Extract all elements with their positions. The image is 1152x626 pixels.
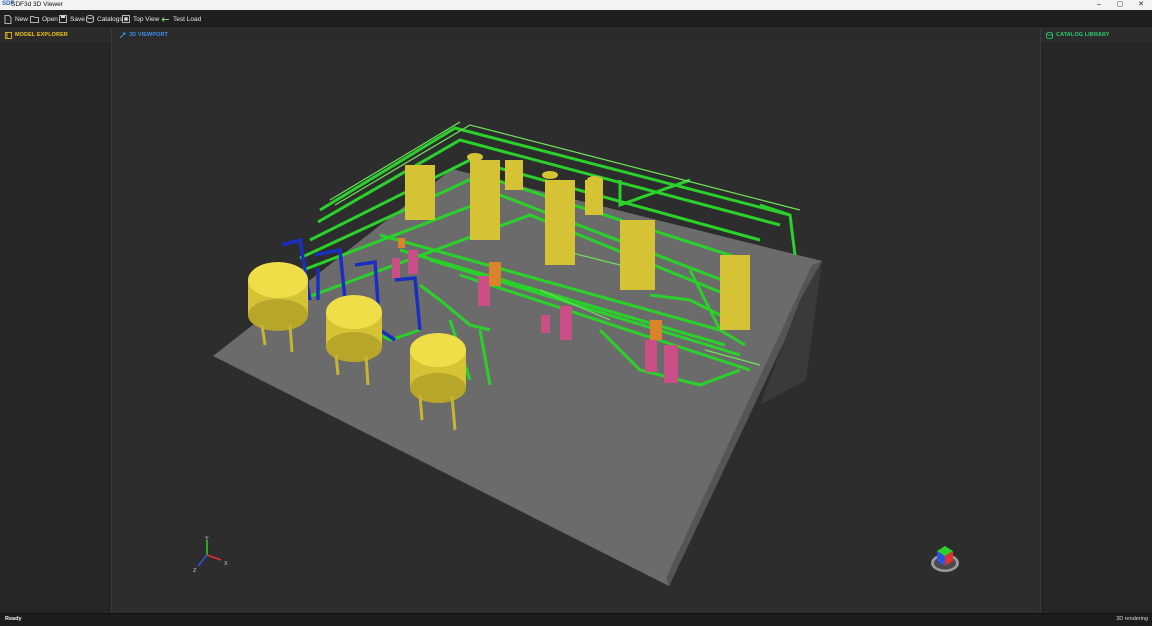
model-explorer-header: MODEL EXPLORER xyxy=(0,28,111,42)
3d-scene[interactable]: Y X Z xyxy=(114,42,1038,613)
save-label: Save xyxy=(70,15,85,23)
view-cube-icon[interactable] xyxy=(931,546,959,572)
model-explorer-panel: MODEL EXPLORER xyxy=(0,28,112,613)
status-text: Ready xyxy=(5,616,22,622)
save-button[interactable]: Save xyxy=(59,13,85,25)
axis-x-label: X xyxy=(224,561,228,567)
viewport-title: 3D VIEWPORT xyxy=(129,32,168,38)
maximize-button[interactable]: ▢ xyxy=(1109,0,1131,10)
render-mode-text: 3D rendering xyxy=(1116,616,1148,622)
status-bar: Ready 3D rendering xyxy=(0,613,1152,626)
axis-triad: Y X Z xyxy=(193,536,228,574)
top-view-icon xyxy=(122,15,130,23)
new-label: New xyxy=(15,15,29,23)
catalog-library-icon xyxy=(1046,31,1053,39)
window-title: SDF3d 3D Viewer xyxy=(11,1,63,8)
open-label: Open xyxy=(42,15,58,23)
catalog-library-header: CATALOG LIBRARY xyxy=(1041,28,1152,42)
toolbar: New Open Save Catalogs Top View Test Loa… xyxy=(0,10,1152,27)
catalogs-label: Catalogs xyxy=(97,15,123,23)
axis-z-label: Z xyxy=(193,568,197,574)
catalogs-button[interactable]: Catalogs xyxy=(86,13,123,25)
open-button[interactable]: Open xyxy=(30,13,58,25)
catalogs-icon xyxy=(86,15,94,23)
title-bar: SDF SDF3d 3D Viewer – ▢ ✕ xyxy=(0,0,1152,10)
model-explorer-title: MODEL EXPLORER xyxy=(15,32,68,38)
viewport-panel[interactable]: 3D VIEWPORT Y X Z xyxy=(114,28,1038,613)
test-load-icon xyxy=(161,16,169,22)
viewport-icon xyxy=(119,32,126,38)
viewport-header: 3D VIEWPORT xyxy=(114,28,1038,42)
top-view-label: Top View xyxy=(133,15,160,23)
test-load-label: Test Load xyxy=(173,15,202,23)
axis-y-label: Y xyxy=(205,536,209,542)
catalog-library-title: CATALOG LIBRARY xyxy=(1056,32,1110,38)
model-explorer-icon xyxy=(5,31,12,39)
save-icon xyxy=(59,15,67,23)
new-file-icon xyxy=(4,14,12,24)
folder-open-icon xyxy=(30,16,39,23)
close-button[interactable]: ✕ xyxy=(1130,0,1152,10)
catalog-library-panel: CATALOG LIBRARY xyxy=(1040,28,1152,613)
top-view-button[interactable]: Top View xyxy=(122,13,159,25)
minimize-button[interactable]: – xyxy=(1088,0,1110,10)
test-load-button[interactable]: Test Load xyxy=(161,13,201,25)
new-button[interactable]: New xyxy=(4,13,28,25)
